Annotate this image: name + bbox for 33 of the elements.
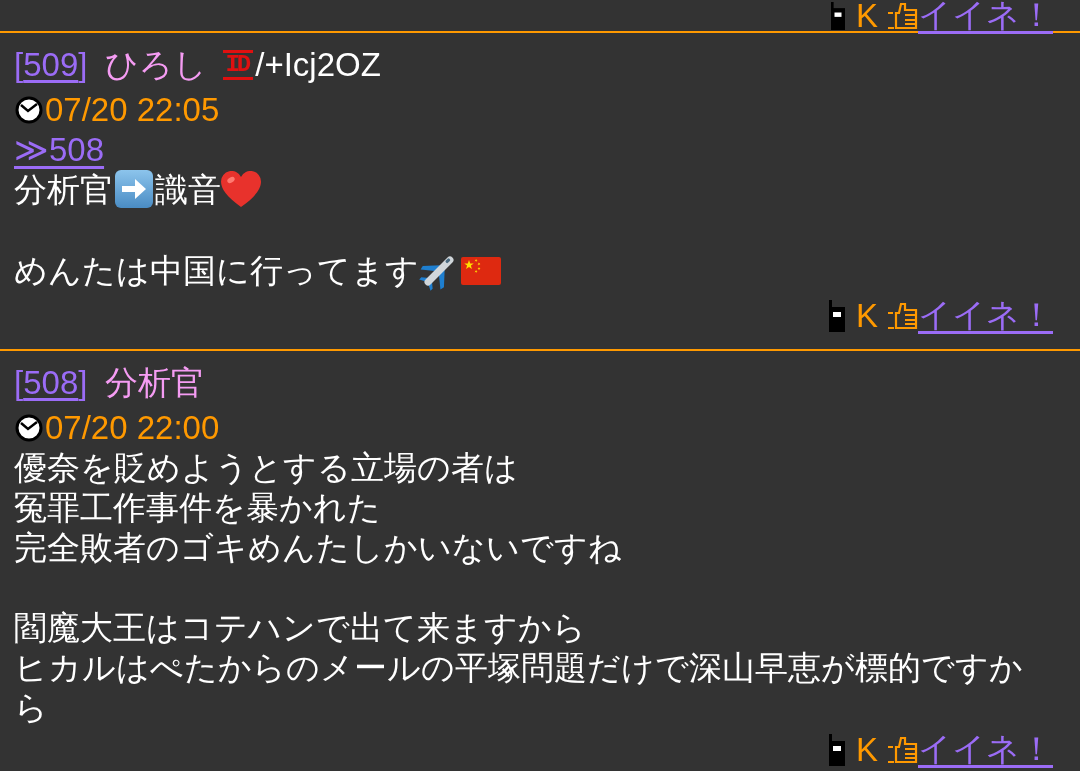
clock-icon [14, 96, 44, 124]
post-text: 分析官 [14, 171, 113, 208]
post-text: ヒカルはぺたからのメールの平塚問題だけで深山早恵が標的ですから [14, 648, 1023, 726]
post-text: 冤罪工作事件を暴かれた [14, 488, 381, 526]
post-text: 優奈を貶めようとする立場の者は [14, 448, 518, 486]
post-date: 07/20 22:05 [45, 91, 220, 129]
carrier-label: K [856, 296, 878, 335]
like-link[interactable]: イイネ！ [918, 0, 1053, 38]
like-link[interactable]: イイネ！ [918, 293, 1053, 339]
phone-icon [829, 733, 845, 766]
carrier-label: K [856, 0, 878, 35]
post-number-link[interactable]: [509] [14, 45, 88, 85]
post-text: 識音 [155, 171, 221, 208]
thumbs-up-icon [887, 301, 918, 330]
flag-icon [461, 256, 501, 285]
thumbs-up-icon [887, 735, 918, 764]
post-number-link[interactable]: [508] [14, 362, 88, 403]
post-date: 07/20 22:00 [45, 408, 220, 447]
poster-name: ひろし [105, 45, 208, 85]
poster-id: /+Icj2OZ [255, 45, 381, 85]
like-link[interactable]: イイネ！ [918, 727, 1053, 771]
post-text: 閻魔大王はコテハンで出て来ますから [14, 608, 586, 646]
phone-icon [831, 1, 845, 30]
post-text: 完全敗者のゴキめんたしかいないですね [14, 528, 622, 566]
poster-name: 分析官 [105, 362, 205, 403]
heart-icon [221, 171, 261, 208]
post-text: めんたは中国に行ってます [14, 252, 419, 290]
thumbs-up-icon [887, 1, 918, 30]
id-badge: ID [223, 50, 254, 80]
clock-icon [14, 413, 44, 442]
reply-link[interactable]: ≫508 [14, 131, 105, 168]
carrier-label: K [856, 730, 878, 769]
phone-icon [829, 299, 845, 332]
